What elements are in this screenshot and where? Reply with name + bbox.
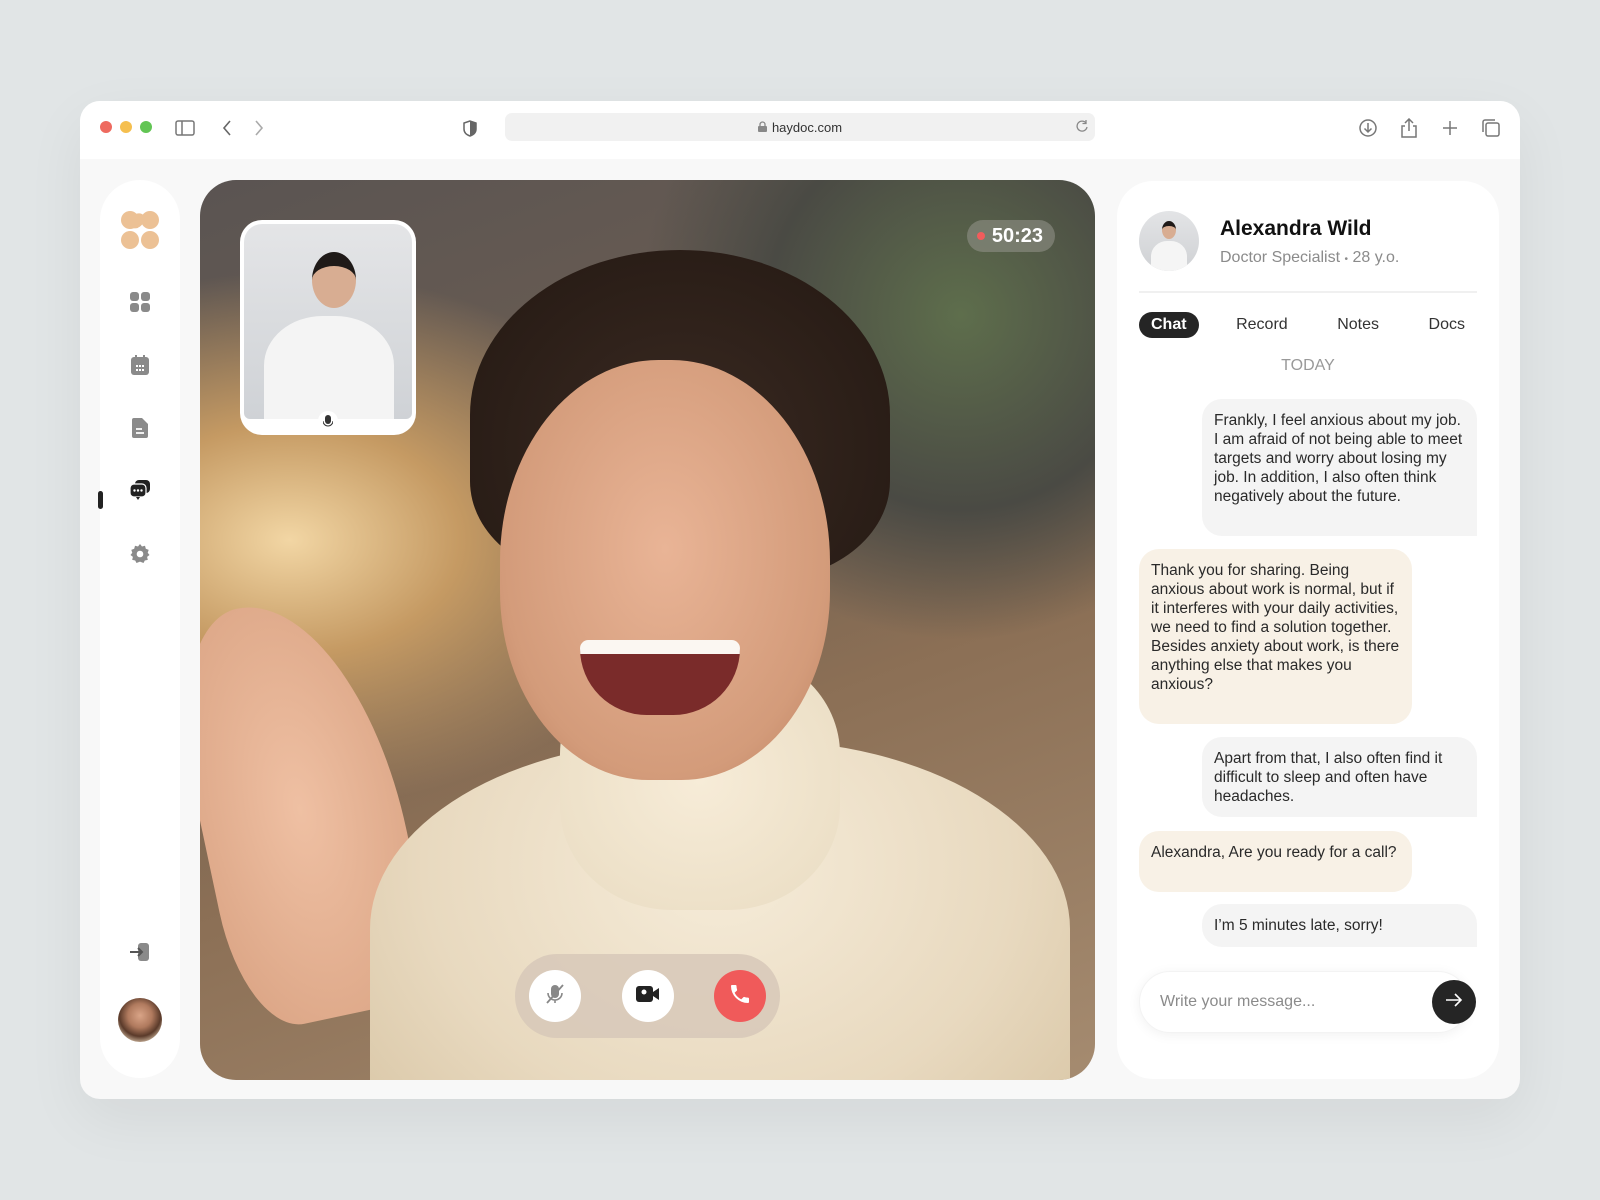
recording-dot-icon: [976, 232, 985, 240]
maximize-window-button[interactable]: [140, 121, 152, 133]
tab-record[interactable]: Record: [1224, 312, 1300, 338]
panel-tabs: Chat Record Notes Docs: [1139, 312, 1477, 338]
separator: •: [1344, 254, 1349, 265]
call-timer: 50:23: [966, 220, 1055, 252]
browser-toolbar: haydoc.com: [80, 101, 1520, 159]
active-indicator: [98, 491, 103, 509]
calendar-icon[interactable]: [128, 353, 152, 377]
microphone-off-icon: [543, 982, 567, 1011]
doctor-name: Alexandra Wild: [1220, 217, 1372, 240]
download-icon[interactable]: [1357, 117, 1379, 139]
camera-toggle-button[interactable]: [621, 970, 674, 1022]
mute-microphone-button[interactable]: [529, 970, 581, 1022]
patient-face: [500, 360, 830, 780]
browser-window: haydoc.com 50:23 Alexandra Wild Doctor S…: [80, 101, 1520, 1099]
user-avatar[interactable]: [118, 998, 162, 1042]
arrow-right-icon: [1445, 992, 1463, 1012]
dashboard-icon[interactable]: [128, 290, 152, 314]
message-input[interactable]: [1160, 993, 1410, 1011]
doctor-pip-video[interactable]: [240, 220, 416, 435]
url-text: haydoc.com: [771, 119, 843, 135]
send-button[interactable]: [1432, 980, 1476, 1024]
video-call-feed: 50:23: [200, 180, 1095, 1080]
doctor-avatar: [1139, 211, 1199, 271]
divider: [1139, 291, 1477, 293]
video-camera-icon: [635, 984, 661, 1009]
sidebar: [98, 180, 180, 1078]
shield-icon[interactable]: [459, 117, 481, 139]
address-bar[interactable]: haydoc.com: [505, 113, 1095, 141]
phone-icon: [728, 982, 752, 1011]
back-icon[interactable]: [216, 117, 238, 139]
minimize-window-button[interactable]: [120, 121, 132, 133]
tab-chat[interactable]: Chat: [1139, 312, 1199, 338]
microphone-icon: [318, 411, 338, 431]
forward-icon[interactable]: [248, 117, 270, 139]
message-patient: Frankly, I feel anxious about my job. I …: [1202, 399, 1477, 536]
doctor-age: 28 y.o.: [1352, 249, 1400, 266]
doctor-details: Doctor Specialist • 28 y.o.: [1220, 249, 1399, 267]
document-icon[interactable]: [128, 416, 152, 440]
message-patient: I’m 5 minutes late, sorry!: [1202, 904, 1477, 947]
reload-icon[interactable]: [1075, 119, 1089, 136]
close-window-button[interactable]: [100, 121, 112, 133]
new-tab-icon[interactable]: [1439, 117, 1461, 139]
message-doctor: Thank you for sharing. Being anxious abo…: [1139, 549, 1412, 724]
logout-icon[interactable]: [128, 940, 152, 964]
gear-icon[interactable]: [128, 542, 152, 566]
date-separator: TODAY: [1281, 357, 1335, 374]
clover-logo-icon[interactable]: [118, 208, 162, 252]
message-composer: [1139, 971, 1476, 1033]
end-call-button[interactable]: [714, 970, 766, 1022]
tabs-overview-icon[interactable]: [1480, 117, 1502, 139]
doctor-role: Doctor Specialist: [1220, 249, 1341, 266]
tab-notes[interactable]: Notes: [1325, 312, 1391, 338]
sidebar-toggle-icon[interactable]: [174, 117, 196, 139]
chat-icon[interactable]: [128, 478, 152, 502]
call-controls: [515, 954, 780, 1038]
call-timer-text: 50:23: [991, 224, 1043, 247]
tab-docs[interactable]: Docs: [1417, 312, 1477, 338]
lock-icon: [757, 120, 767, 135]
message-doctor: Alexandra, Are you ready for a call?: [1139, 831, 1412, 892]
chat-panel: Alexandra Wild Doctor Specialist • 28 y.…: [1117, 181, 1499, 1079]
message-patient: Apart from that, I also often find it di…: [1202, 737, 1477, 817]
share-icon[interactable]: [1398, 117, 1420, 139]
